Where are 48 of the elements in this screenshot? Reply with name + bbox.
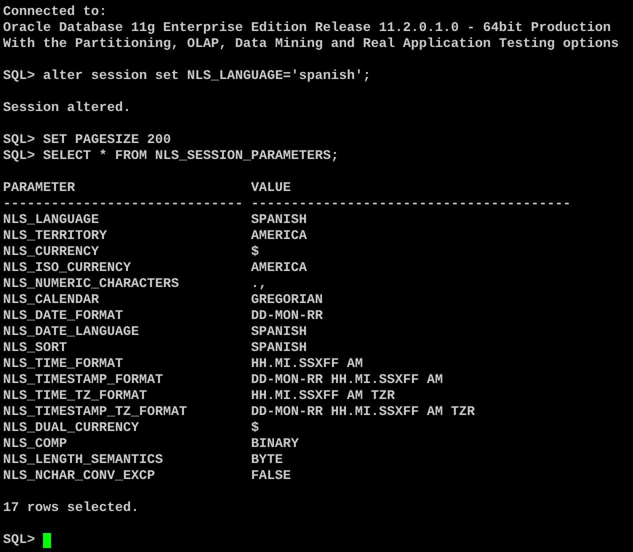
table-cell: NLS_ISO_CURRENCY: [3, 261, 131, 276]
table-cell: NLS_TIME_FORMAT: [3, 357, 123, 372]
table-cell: NLS_NCHAR_CONV_EXCP: [3, 469, 155, 484]
column-header: PARAMETER: [3, 181, 75, 196]
terminal-line: SQL> SET PAGESIZE 200: [3, 133, 171, 148]
table-cell: NLS_TIMESTAMP_TZ_FORMAT: [3, 405, 187, 420]
text-cursor: [43, 533, 51, 548]
table-cell: HH.MI.SSXFF AM TZR: [250, 389, 395, 404]
terminal-line: With the Partitioning, OLAP, Data Mining and Real Application Testing options: [3, 37, 619, 52]
table-cell: NLS_LENGTH_SEMANTICS: [3, 453, 163, 468]
table-cell: BYTE: [250, 453, 283, 468]
table-cell: BINARY: [250, 437, 299, 452]
terminal-line: Session altered.: [3, 101, 131, 116]
table-cell: DD-MON-RR HH.MI.SSXFF AM: [250, 373, 443, 388]
terminal-line: 17 rows selected.: [3, 501, 139, 516]
dash-rule: ------------------------------: [3, 197, 243, 212]
table-cell: NLS_TIME_TZ_FORMAT: [3, 389, 147, 404]
column-header: VALUE: [250, 181, 291, 196]
table-cell: NLS_TIMESTAMP_FORMAT: [3, 373, 163, 388]
table-cell: DD-MON-RR: [250, 309, 323, 324]
terminal-line: Oracle Database 11g Enterprise Edition Release 11.2.0.1.0 - 64bit Production: [3, 21, 611, 36]
table-cell: $: [250, 245, 259, 260]
table-cell: NLS_DATE_FORMAT: [3, 309, 123, 324]
table-cell: SPANISH: [250, 341, 307, 356]
table-cell: NLS_NUMERIC_CHARACTERS: [3, 277, 179, 292]
terminal-line: Connected to:: [3, 5, 107, 20]
table-cell: DD-MON-RR HH.MI.SSXFF AM TZR: [250, 405, 475, 420]
table-cell: AMERICA: [250, 229, 307, 244]
prompt-text: SQL>: [3, 533, 35, 548]
terminal-line: SQL> SELECT * FROM NLS_SESSION_PARAMETERS;: [3, 149, 339, 164]
table-cell: $: [250, 421, 259, 436]
table-cell: SPANISH: [250, 213, 307, 228]
table-cell: HH.MI.SSXFF AM: [250, 357, 363, 372]
table-cell: SPANISH: [250, 325, 307, 340]
table-cell: NLS_DUAL_CURRENCY: [3, 421, 139, 436]
table-cell: NLS_CALENDAR: [3, 293, 99, 308]
table-cell: GREGORIAN: [250, 293, 323, 308]
table-cell: FALSE: [250, 469, 291, 484]
terminal-line: SQL> alter session set NLS_LANGUAGE='spanish';: [3, 69, 371, 84]
dash-rule: ----------------------------------------: [250, 197, 571, 212]
table-cell: NLS_COMP: [3, 437, 67, 452]
table-cell: NLS_DATE_LANGUAGE: [3, 325, 139, 340]
table-cell: NLS_CURRENCY: [3, 245, 99, 260]
table-cell: NLS_SORT: [3, 341, 67, 356]
table-cell: NLS_TERRITORY: [3, 229, 107, 244]
table-cell: .,: [250, 277, 267, 292]
table-cell: AMERICA: [250, 261, 307, 276]
table-cell: NLS_LANGUAGE: [3, 213, 99, 228]
